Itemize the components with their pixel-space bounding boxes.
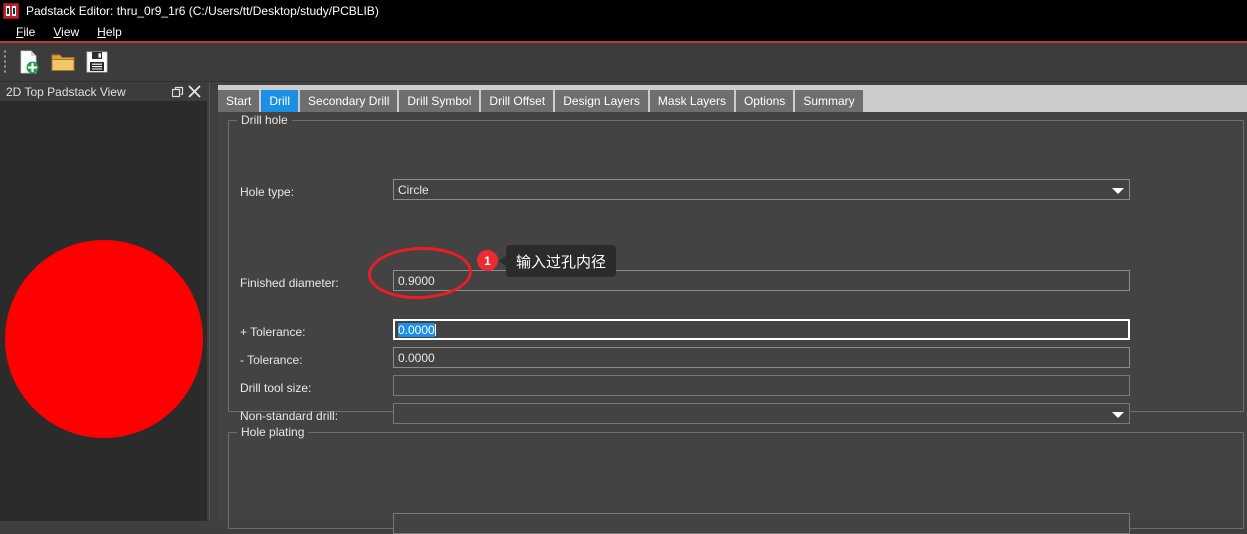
text-caret — [434, 324, 436, 336]
hole-type-value: Circle — [398, 183, 429, 197]
window-title: Padstack Editor: thru_0r9_1r6 (C:/Users/… — [26, 4, 379, 18]
menu-view-mnemonic: V — [53, 24, 62, 39]
minus-tolerance-value: 0.0000 — [398, 351, 435, 365]
dock-close-button[interactable] — [186, 83, 203, 100]
non-standard-drill-combobox[interactable] — [393, 403, 1130, 424]
open-file-button[interactable] — [46, 45, 80, 79]
tab-options[interactable]: Options — [735, 90, 794, 112]
dock-header: 2D Top Padstack View — [0, 82, 207, 101]
dock-title: 2D Top Padstack View — [6, 84, 126, 99]
tab-drill[interactable]: Drill — [261, 90, 299, 112]
drill-tool-size-input[interactable] — [393, 375, 1130, 396]
tab-design-layers[interactable]: Design Layers — [555, 90, 648, 112]
padstack-2d-canvas[interactable] — [0, 101, 207, 521]
menu-help[interactable]: Help — [88, 23, 131, 41]
menu-view[interactable]: View — [44, 23, 88, 41]
menu-view-label: iew — [61, 24, 80, 39]
menu-bar: File View Help — [0, 22, 1247, 41]
close-icon — [188, 85, 201, 98]
new-padstack-button[interactable] — [12, 45, 46, 79]
tab-drill-offset[interactable]: Drill Offset — [481, 90, 554, 112]
tab-start[interactable]: Start — [218, 90, 260, 112]
non-standard-drill-label: Non-standard drill: — [240, 409, 339, 423]
toolbar-drag-handle[interactable] — [3, 49, 7, 75]
minus-tolerance-label: - Tolerance: — [240, 353, 303, 367]
finished-diameter-input[interactable]: 0.9000 — [393, 270, 1130, 291]
finished-diameter-label: Finished diameter: — [240, 276, 339, 290]
padstack-view-dock: 2D Top Padstack View — [0, 82, 207, 521]
main-toolbar — [0, 43, 1247, 81]
menu-file-label: ile — [23, 24, 36, 39]
padstack-editor-main: Start Drill Secondary Drill Drill Symbol… — [218, 82, 1247, 534]
minus-tolerance-input[interactable]: 0.0000 — [393, 347, 1130, 368]
drill-hole-group: Drill hole — [228, 113, 1244, 412]
tab-secondary-drill[interactable]: Secondary Drill — [300, 90, 398, 112]
pad-shape-circle — [5, 240, 203, 438]
plus-tolerance-label: + Tolerance: — [240, 325, 306, 339]
hole-type-combobox[interactable]: Circle — [393, 179, 1130, 200]
new-padstack-icon — [20, 50, 39, 74]
menu-help-label: elp — [105, 24, 122, 39]
drill-tab-page: Drill hole Hole type: Circle Finished di… — [218, 112, 1247, 534]
save-icon — [86, 51, 108, 73]
dock-splitter[interactable] — [207, 82, 218, 521]
hole-plating-group-title: Hole plating — [237, 425, 309, 439]
save-button[interactable] — [80, 45, 114, 79]
dock-float-button[interactable] — [169, 83, 186, 100]
plus-tolerance-input[interactable]: 0.0000 — [393, 319, 1130, 340]
hole-type-label: Hole type: — [240, 185, 295, 199]
annotation-tooltip: 输入过孔内径 — [498, 245, 617, 277]
tab-mask-layers[interactable]: Mask Layers — [649, 90, 734, 112]
menu-file[interactable]: File — [7, 23, 44, 41]
finished-diameter-value: 0.9000 — [398, 274, 435, 288]
tab-drill-symbol[interactable]: Drill Symbol — [399, 90, 480, 112]
hole-plating-input[interactable] — [393, 513, 1130, 534]
tab-summary[interactable]: Summary — [795, 90, 863, 112]
menu-help-mnemonic: H — [97, 24, 106, 39]
annotation-step-badge: 1 — [477, 250, 498, 271]
chevron-down-icon — [1112, 411, 1124, 418]
drill-hole-group-title: Drill hole — [237, 113, 292, 127]
padstack-app-icon — [3, 3, 19, 19]
drill-tool-size-label: Drill tool size: — [240, 381, 312, 395]
restore-window-icon — [171, 86, 183, 97]
chevron-down-icon — [1112, 187, 1124, 194]
editor-tabstrip: Start Drill Secondary Drill Drill Symbol… — [218, 85, 1247, 112]
plus-tolerance-value: 0.0000 — [398, 323, 435, 337]
title-bar: Padstack Editor: thru_0r9_1r6 (C:/Users/… — [0, 0, 1247, 22]
open-folder-icon — [51, 54, 75, 71]
